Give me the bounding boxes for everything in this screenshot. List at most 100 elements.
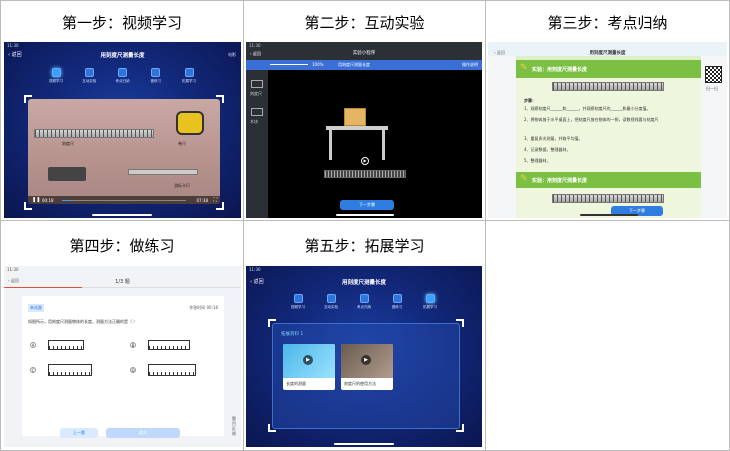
micrometer-image: [48, 167, 86, 181]
video-title: 长度的测量: [286, 381, 306, 386]
option-a[interactable]: A: [30, 336, 110, 356]
ruler-image: [34, 129, 154, 138]
exercise-step-icon: [392, 294, 402, 303]
video-player[interactable]: 刻度尺 卷尺 游标卡尺 ❚❚ 00:18 07:38 ⛶: [28, 99, 220, 204]
ruler-illustration: [552, 82, 664, 91]
section-title-2: 实验：用刻度尺测量长度: [532, 178, 588, 184]
section-header: ✎ 实验：用刻度尺测量长度: [516, 60, 701, 78]
pause-icon[interactable]: ❚❚: [32, 197, 40, 203]
block-tool-label: 木块: [250, 119, 258, 124]
frame-corner: [216, 202, 224, 210]
extend-step-icon: [184, 68, 194, 77]
extension-panel: 拓展资料 1 ▶ 长度的测量 ▶ 刻度尺的使用方法: [272, 323, 460, 429]
ruler-diagram: [148, 340, 190, 350]
frame-corner: [268, 319, 276, 327]
step-line: 1、观察刻度尺______和______，并观察刻度尺的______和最小分度值…: [524, 106, 651, 111]
ruler-tool-icon[interactable]: [251, 80, 263, 88]
play-icon: ▶: [361, 355, 371, 365]
toolbar-title: 用刻度尺测量长度: [338, 62, 370, 67]
video-card-2[interactable]: ▶ 刻度尺的使用方法: [341, 344, 393, 390]
option-radio: B: [130, 342, 136, 348]
step-item[interactable]: 互动实验: [79, 68, 99, 84]
section-header-2: ✎ 实验：用刻度尺测量长度: [516, 172, 701, 188]
video-thumbnail: ▶: [341, 344, 393, 378]
player-controls: ❚❚ 00:18 07:38 ⛶: [28, 196, 220, 204]
summary-step-icon: [118, 68, 127, 77]
play-icon: ▶: [303, 355, 313, 365]
video-learning-screen: 11:30 ‹ 返回 用刻度尺测量长度 电影 视频学习 互动实验 考点归纳 做练…: [4, 42, 241, 218]
step-item[interactable]: 视频学习: [46, 68, 66, 84]
step-progress: 视频学习 互动实验 考点归纳 做练习 拓展学习: [288, 294, 440, 310]
table-leg: [382, 130, 385, 160]
step5-header: 第五步：拓展学习: [304, 237, 425, 255]
time-elapsed: 00:18: [42, 198, 54, 203]
progress-fill: [4, 287, 83, 288]
play-circle-icon[interactable]: ▶: [361, 157, 369, 165]
video-card-1[interactable]: ▶ 长度的测量: [283, 344, 335, 390]
ruler-diagram: [48, 364, 92, 376]
step-item[interactable]: 视频学习: [288, 294, 308, 310]
instructions-link[interactable]: 操作说明: [462, 62, 478, 68]
status-time: 11:30: [7, 267, 19, 272]
ruler-diagram: [148, 364, 196, 376]
panel-title: 拓展资料 1: [281, 332, 304, 337]
screen-title: 用刻度尺测量长度: [341, 280, 386, 286]
wooden-block[interactable]: [344, 108, 366, 126]
step-item[interactable]: 互动实验: [321, 294, 341, 310]
experiment-step-icon: [326, 294, 336, 303]
step2-header: 第二步：互动实验: [304, 14, 425, 32]
right-strip: 扫一扫: [701, 56, 727, 218]
ruler-tool-label: 刻度尺: [250, 91, 262, 96]
step-item[interactable]: 做练习: [146, 68, 166, 84]
next-step-button[interactable]: 下一步骤: [340, 200, 394, 210]
tape-label: 卷尺: [178, 141, 186, 146]
step-line: 4、记录数据，整理器材。: [524, 147, 571, 152]
block-tool-icon[interactable]: [251, 108, 263, 116]
option-radio: A: [30, 342, 36, 348]
question-card: 单选题 作答时间 00:16 如图所示，用刻度尺测量物体的长度，测量方法正确的是…: [22, 296, 224, 436]
feedback-link[interactable]: 题目反馈: [232, 416, 237, 436]
home-indicator: [334, 443, 394, 445]
vernier-label: 游标卡尺: [174, 183, 190, 188]
step-item[interactable]: 拓展学习: [179, 68, 199, 84]
experiment-toolbar: 100% 用刻度尺测量长度 操作说明: [246, 60, 482, 70]
left-strip: [488, 56, 516, 218]
cell-empty: [486, 221, 730, 451]
option-d[interactable]: D: [130, 360, 210, 382]
step-item[interactable]: 考点归纳: [354, 294, 374, 310]
progress-bar: [4, 287, 241, 288]
option-c[interactable]: C: [30, 360, 110, 382]
key-points-screen: ‹ 返回 用刻度尺测量长度 扫一扫 ✎ 实验：用刻度尺测量长度 步骤： 1、观察…: [488, 42, 727, 218]
video-step-icon: [293, 294, 303, 303]
frame-corner: [24, 95, 32, 103]
pencil-icon: ✎: [520, 174, 528, 184]
section-title: 实验：用刻度尺测量长度: [532, 67, 588, 73]
previous-question-button[interactable]: 上一题: [60, 428, 98, 438]
experiment-card: ✎ 实验：用刻度尺测量长度 步骤： 1、观察刻度尺______和______，并…: [516, 60, 701, 218]
submit-button[interactable]: 提交: [106, 428, 180, 438]
step-line: 2、将物体放于水平桌面上，把刻度尺放在物体的一侧，读数视线要与刻度尺: [524, 117, 659, 122]
option-radio: C: [30, 367, 36, 373]
pencil-icon: ✎: [520, 63, 528, 73]
option-b[interactable]: B: [130, 336, 210, 356]
step-item[interactable]: 做练习: [387, 294, 407, 310]
step-item[interactable]: 拓展学习: [420, 294, 440, 310]
step-item[interactable]: 考点归纳: [113, 68, 133, 84]
question-progress: 1/3 题: [115, 279, 130, 285]
qr-code-icon: [705, 66, 722, 83]
seek-bar[interactable]: [62, 200, 186, 201]
top-right-link[interactable]: 电影: [228, 52, 236, 58]
exercise-screen: 11:30 ‹ 返回 1/3 题 单选题 作答时间 00:16 如图所示，用刻度…: [4, 266, 241, 447]
screen-title: 用刻度尺测量长度: [100, 53, 145, 59]
top-bar: 11:30 ‹ 返回 实验小程序: [246, 42, 482, 60]
extended-learning-screen: 11:30 ‹ 返回 用刻度尺测量长度 视频学习 互动实验 考点归纳 做练习 拓…: [246, 266, 482, 447]
zoom-value: 100%: [312, 62, 324, 67]
tape-measure-image: [176, 111, 204, 135]
zoom-slider[interactable]: [270, 64, 308, 65]
frame-corner: [268, 424, 276, 432]
ruler-on-floor: [324, 170, 406, 178]
frame-corner: [456, 424, 464, 432]
frame-corner: [456, 319, 464, 327]
home-indicator: [92, 214, 152, 216]
ruler-illustration: [552, 194, 664, 203]
